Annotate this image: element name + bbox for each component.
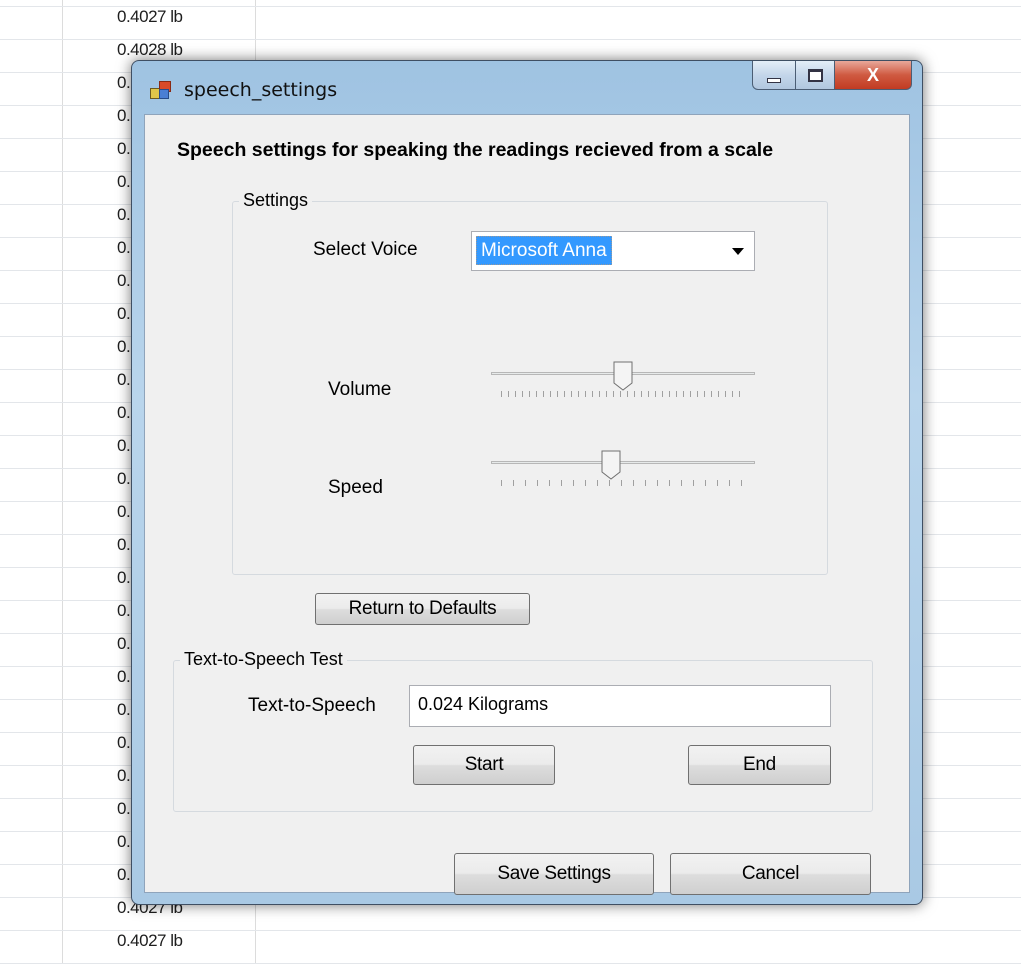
sheet-cell: 0. [117,205,131,224]
sheet-cell: 0. [117,370,131,389]
sheet-cell: 0. [117,106,131,125]
speech-settings-window: speech_settings X Speech settings for sp… [131,60,923,905]
sheet-cell: 0.4027 lb [117,931,183,950]
app-icon [150,81,172,99]
dialog-heading: Speech settings for speaking the reading… [177,139,774,161]
return-to-defaults-button[interactable]: Return to Defaults [315,593,530,625]
sheet-cell: 0. [117,601,131,620]
sheet-cell: 0. [117,865,131,884]
sheet-cell: 0. [117,304,131,323]
tts-text-input[interactable]: 0.024 Kilograms [409,685,831,727]
window-title: speech_settings [184,79,338,101]
sheet-cell: 0. [117,469,131,488]
settings-group-title: Settings [239,190,313,211]
save-settings-button[interactable]: Save Settings [454,853,654,895]
sheet-cell: 0. [117,271,131,290]
speed-label: Speed [328,477,383,498]
sheet-cell: 0.4027 lb [117,7,183,26]
minimize-button[interactable] [752,61,796,90]
close-button[interactable]: X [835,61,912,90]
sheet-cell: 0. [117,535,131,554]
tts-group-title: Text-to-Speech Test [180,649,347,670]
sheet-cell: 0. [117,667,131,686]
sheet-cell: 0. [117,733,131,752]
volume-slider[interactable] [491,361,755,405]
dropdown-arrow-icon[interactable] [732,248,744,255]
speed-slider-ticks [501,480,745,486]
volume-slider-thumb[interactable] [613,361,633,391]
sheet-cell: 0. [117,139,131,158]
sheet-cell: 0. [117,337,131,356]
sheet-cell: 0. [117,403,131,422]
start-button[interactable]: Start [413,745,555,785]
speed-slider[interactable] [491,450,755,494]
cancel-button[interactable]: Cancel [670,853,871,895]
sheet-cell: 0. [117,634,131,653]
sheet-cell: 0. [117,832,131,851]
tts-field-label: Text-to-Speech [248,695,376,716]
title-bar[interactable]: speech_settings X [132,61,922,113]
sheet-cell: 0. [117,568,131,587]
close-icon: X [866,64,879,85]
sheet-cell: 0. [117,172,131,191]
select-voice-label: Select Voice [313,239,418,260]
sheet-cell: 0. [117,799,131,818]
speed-slider-track [491,461,755,464]
speed-slider-thumb[interactable] [601,450,621,480]
maximize-button[interactable] [796,61,835,90]
dialog-client-area: Speech settings for speaking the reading… [144,114,910,895]
tts-test-group: Text-to-Speech Test [173,649,873,812]
volume-slider-ticks [501,391,745,397]
sheet-cell: 0. [117,700,131,719]
sheet-cell: 0. [117,238,131,257]
end-button[interactable]: End [688,745,831,785]
sheet-cell: 0.4028 lb [117,40,183,59]
minimize-icon [767,77,781,83]
sheet-cell: 0. [117,766,131,785]
sheet-cell: 0. [117,73,131,92]
window-controls: X [752,61,912,91]
voice-selected-value: Microsoft Anna [476,236,612,265]
sheet-cell: 0. [117,436,131,455]
column-divider [62,0,63,964]
volume-label: Volume [328,379,392,400]
sheet-cell: 0. [117,502,131,521]
maximize-icon [807,68,823,82]
voice-dropdown[interactable]: Microsoft Anna [471,231,755,271]
